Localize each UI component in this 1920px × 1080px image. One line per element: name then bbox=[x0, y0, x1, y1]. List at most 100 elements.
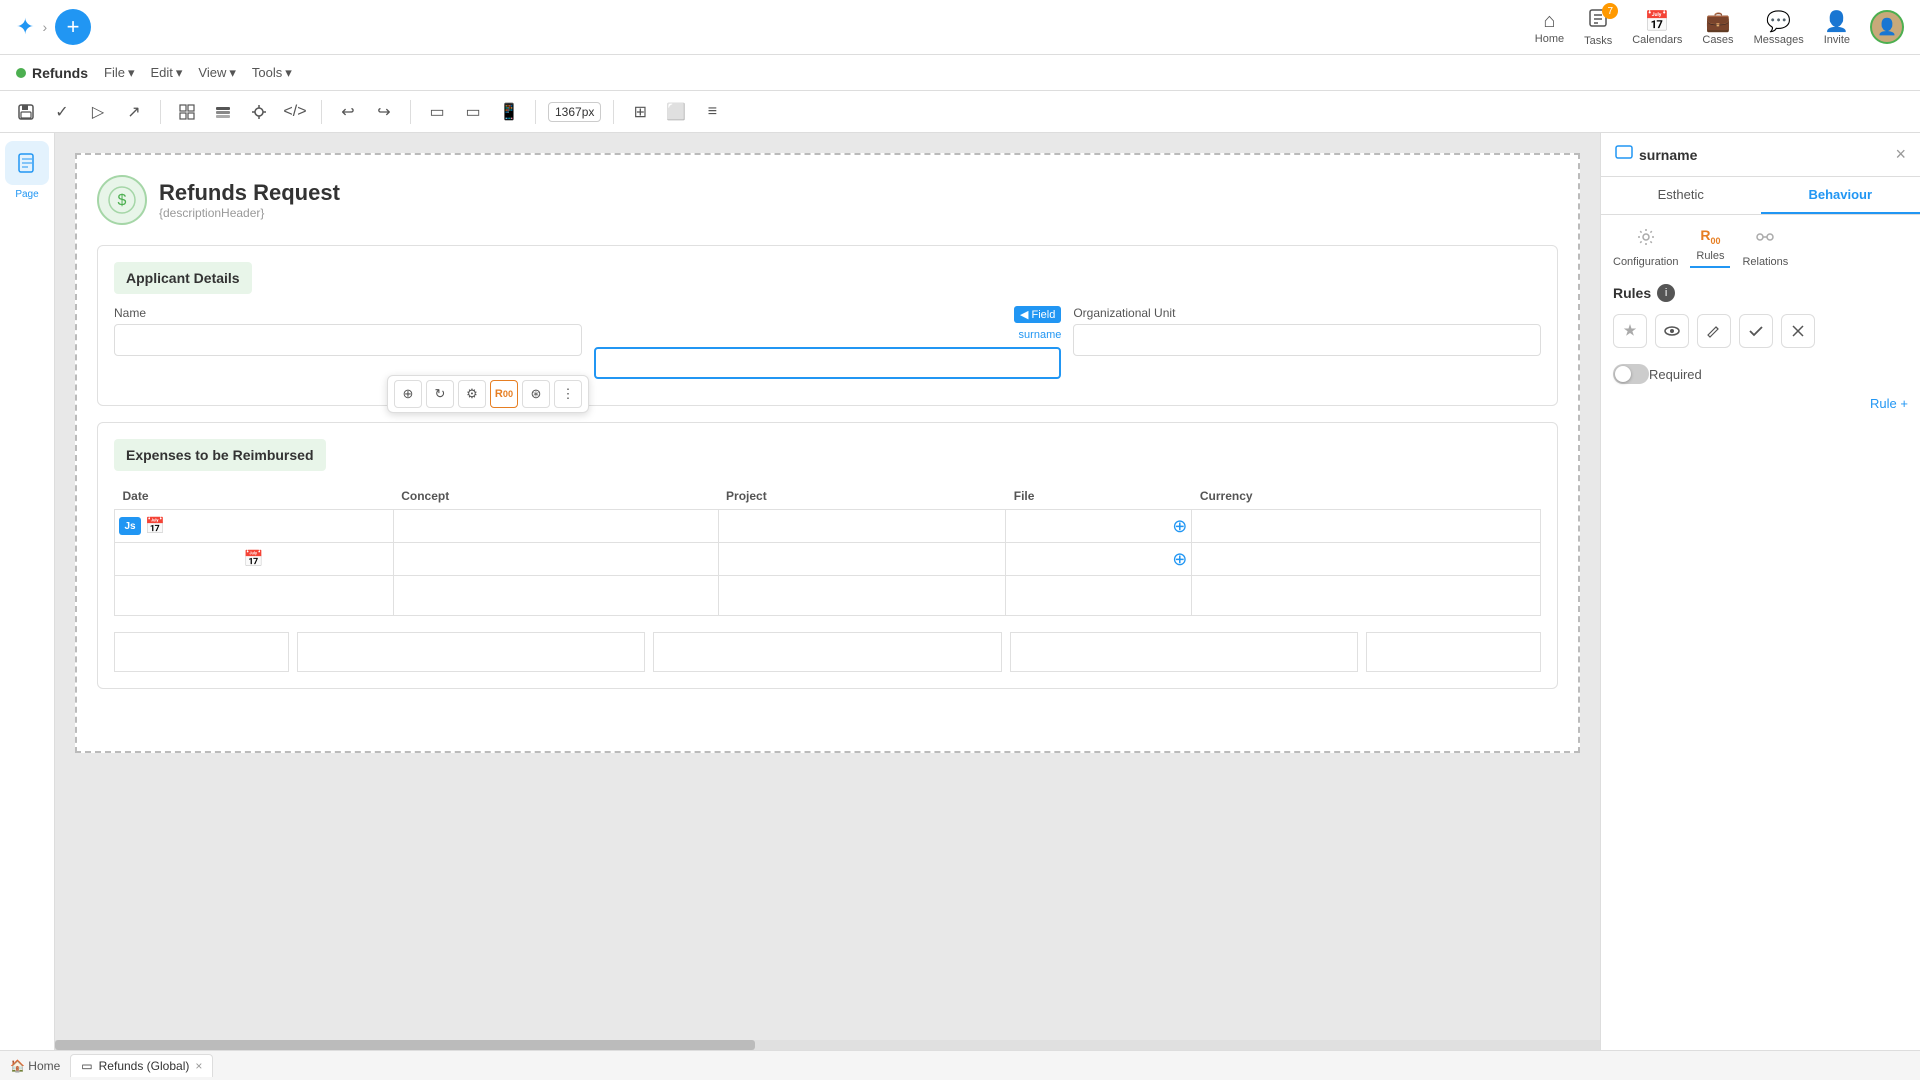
nav-item-tasks[interactable]: 7 Tasks bbox=[1584, 7, 1612, 47]
nav-item-invite[interactable]: 👤 Invite bbox=[1824, 9, 1850, 46]
canvas-area[interactable]: $ Refunds Request {descriptionHeader} Ap… bbox=[55, 133, 1600, 1050]
ft-relations-icon[interactable]: ⊛ bbox=[522, 380, 550, 408]
ft-rules-icon[interactable]: R00 bbox=[490, 380, 518, 408]
horizontal-scrollbar[interactable] bbox=[55, 1040, 1600, 1050]
toolbar-layers-button[interactable] bbox=[209, 98, 237, 126]
app-logo-icon[interactable]: ✦ bbox=[16, 14, 34, 40]
menu-view[interactable]: View ▾ bbox=[198, 65, 235, 81]
tab-behaviour[interactable]: Behaviour bbox=[1761, 177, 1920, 214]
project-cell-2[interactable] bbox=[723, 545, 1002, 573]
toolbar-save-button[interactable] bbox=[12, 98, 40, 126]
expense-row1-currency[interactable] bbox=[1192, 510, 1541, 543]
user-avatar[interactable]: 👤 bbox=[1870, 10, 1904, 44]
toolbar-tablet-view[interactable]: ▭ bbox=[459, 98, 487, 126]
ft-refresh-icon[interactable]: ↻ bbox=[426, 380, 454, 408]
scroll-thumb[interactable] bbox=[55, 1040, 755, 1050]
currency-cell-1[interactable] bbox=[1196, 512, 1536, 540]
toolbar-redo-button[interactable]: ↪ bbox=[370, 98, 398, 126]
rules-info-badge[interactable]: i bbox=[1657, 284, 1675, 302]
rule-icon-cut[interactable] bbox=[1781, 314, 1815, 348]
expense-row3-file[interactable] bbox=[1006, 576, 1192, 616]
expense-row-1: Js 📅 ⊕ bbox=[115, 510, 1541, 543]
expenses-section: Expenses to be Reimbursed Date Concept P… bbox=[97, 422, 1558, 689]
rule-icon-edit[interactable] bbox=[1697, 314, 1731, 348]
summary-cell-2[interactable] bbox=[297, 632, 645, 672]
currency-cell-2[interactable] bbox=[1196, 545, 1536, 573]
expense-row2-project[interactable] bbox=[718, 543, 1006, 576]
concept-cell-2[interactable] bbox=[398, 545, 714, 573]
sub-tab-rules[interactable]: R00 Rules bbox=[1690, 227, 1730, 268]
summary-cell-5[interactable] bbox=[1366, 632, 1541, 672]
summary-cell-3[interactable] bbox=[653, 632, 1001, 672]
nav-label-cases: Cases bbox=[1702, 34, 1733, 46]
toolbar-check-button[interactable]: ✓ bbox=[48, 98, 76, 126]
sidebar-item-page[interactable] bbox=[5, 141, 49, 185]
required-toggle[interactable] bbox=[1613, 364, 1649, 384]
ft-more-icon[interactable]: ⋮ bbox=[554, 380, 582, 408]
menu-file[interactable]: File ▾ bbox=[104, 65, 134, 81]
expense-row3-project[interactable] bbox=[718, 576, 1006, 616]
rule-icon-star[interactable] bbox=[1613, 314, 1647, 348]
toolbar-layout2-button[interactable]: ⬜ bbox=[662, 98, 690, 126]
rule-add-button[interactable]: Rule + bbox=[1870, 396, 1908, 411]
field-tag[interactable]: ◀ Field bbox=[1014, 306, 1061, 323]
expense-row2-currency[interactable] bbox=[1192, 543, 1541, 576]
expense-row3-currency[interactable] bbox=[1192, 576, 1541, 616]
add-new-button[interactable]: + bbox=[55, 9, 91, 45]
calendar-icon-2[interactable]: 📅 bbox=[244, 549, 264, 569]
nav-item-messages[interactable]: 💬 Messages bbox=[1754, 9, 1804, 46]
toolbar-export-button[interactable]: ↗ bbox=[120, 98, 148, 126]
rule-icon-eye[interactable] bbox=[1655, 314, 1689, 348]
file-upload-icon-2[interactable]: ⊕ bbox=[1172, 549, 1187, 570]
project-cell-1[interactable] bbox=[723, 512, 1002, 540]
toolbar-code-button[interactable]: </> bbox=[281, 98, 309, 126]
summary-cell-1[interactable] bbox=[114, 632, 289, 672]
menu-bar: Refunds File ▾ Edit ▾ View ▾ Tools ▾ bbox=[0, 55, 1920, 91]
nav-label-messages: Messages bbox=[1754, 34, 1804, 46]
tab-esthetic[interactable]: Esthetic bbox=[1601, 177, 1761, 214]
nav-item-home[interactable]: ⌂ Home bbox=[1535, 10, 1564, 45]
nav-item-calendars[interactable]: 📅 Calendars bbox=[1632, 9, 1682, 46]
toolbar-separator-2 bbox=[321, 100, 322, 124]
toolbar-play-button[interactable]: ▷ bbox=[84, 98, 112, 126]
status-home-tab[interactable]: 🏠 Home bbox=[10, 1059, 60, 1073]
toolbar-separator-3 bbox=[410, 100, 411, 124]
toolbar-desktop-view[interactable]: ▭ bbox=[423, 98, 451, 126]
toolbar-layout3-button[interactable]: ≡ bbox=[698, 98, 726, 126]
rule-icon-check[interactable] bbox=[1739, 314, 1773, 348]
file-upload-icon-1[interactable]: ⊕ bbox=[1172, 516, 1187, 537]
refunds-global-tab[interactable]: ▭ Refunds (Global) × bbox=[70, 1054, 213, 1077]
expense-row2-file[interactable]: ⊕ bbox=[1006, 543, 1192, 576]
expense-row2-concept[interactable] bbox=[393, 543, 718, 576]
surname-input[interactable] bbox=[594, 347, 1062, 379]
toolbar-undo-button[interactable]: ↩ bbox=[334, 98, 362, 126]
expense-row1-file[interactable]: ⊕ bbox=[1006, 510, 1192, 543]
expense-row2-date[interactable]: 📅 bbox=[115, 543, 394, 576]
org-unit-input[interactable] bbox=[1073, 324, 1541, 356]
menu-tools[interactable]: Tools ▾ bbox=[252, 65, 292, 81]
summary-cell-4[interactable] bbox=[1010, 632, 1358, 672]
toolbar-grid-button[interactable] bbox=[173, 98, 201, 126]
expense-row3-date[interactable] bbox=[115, 576, 394, 616]
home-icon: ⌂ bbox=[1543, 10, 1555, 33]
expense-row1-date[interactable]: Js 📅 bbox=[115, 510, 394, 543]
concept-cell-1[interactable] bbox=[398, 512, 714, 540]
tab-close-button[interactable]: × bbox=[195, 1059, 202, 1073]
expense-row1-project[interactable] bbox=[718, 510, 1006, 543]
sub-tab-relations[interactable]: Relations bbox=[1742, 227, 1788, 268]
ft-move-icon[interactable]: ⊕ bbox=[394, 380, 422, 408]
toolbar-components-button[interactable] bbox=[245, 98, 273, 126]
expense-row3-concept[interactable] bbox=[393, 576, 718, 616]
sub-tab-configuration[interactable]: Configuration bbox=[1613, 227, 1678, 268]
nav-item-cases[interactable]: 💼 Cases bbox=[1702, 9, 1733, 46]
name-input[interactable] bbox=[114, 324, 582, 356]
toggle-knob bbox=[1615, 366, 1631, 382]
tab-icon: ▭ bbox=[81, 1059, 92, 1073]
toolbar-layout1-button[interactable]: ⊞ bbox=[626, 98, 654, 126]
ft-settings-icon[interactable]: ⚙ bbox=[458, 380, 486, 408]
panel-close-button[interactable]: × bbox=[1895, 144, 1906, 165]
menu-edit[interactable]: Edit ▾ bbox=[150, 65, 182, 81]
expense-row1-concept[interactable] bbox=[393, 510, 718, 543]
calendar-icon-1[interactable]: 📅 bbox=[145, 516, 165, 536]
toolbar-mobile-view[interactable]: 📱 bbox=[495, 98, 523, 126]
